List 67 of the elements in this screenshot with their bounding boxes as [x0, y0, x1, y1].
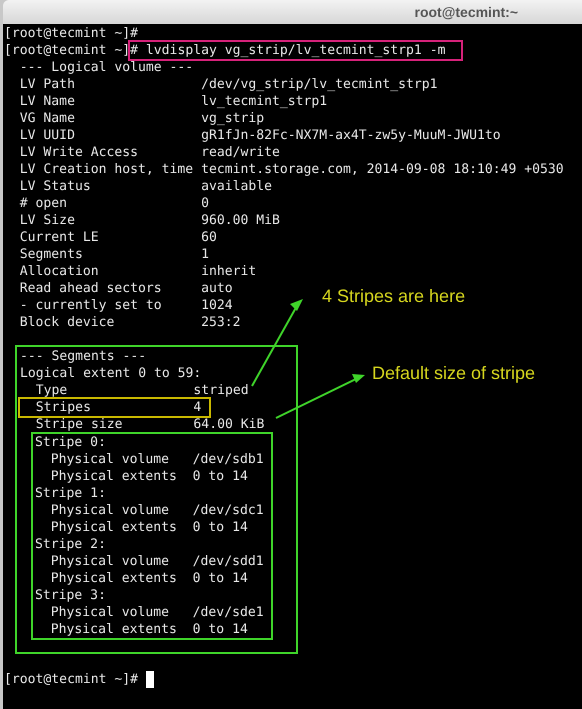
window-title: root@tecmint:~: [414, 2, 518, 22]
field-value: gR1fJn-82Fc-NX7M-ax4T-zw5y-MuuM-JWU1to: [201, 127, 501, 144]
field-value: auto: [201, 280, 233, 297]
field-value: tecmint.storage.com, 2014-09-08 18:10:49 +0530: [201, 161, 564, 178]
field-value: 0 to 14: [192, 468, 248, 485]
annotation-text: 4 Stripes are here: [322, 285, 466, 308]
command-text: # lvdisplay vg_strip/lv_tecmint_strp1 -m: [130, 42, 462, 59]
field-label: LV Path: [20, 76, 76, 93]
cursor-block: [146, 671, 154, 688]
field-label: Physical volume: [50, 451, 170, 468]
stripe-title: Stripe 1:: [34, 485, 107, 502]
field-value: 60: [201, 229, 217, 246]
field-label: Current LE: [20, 229, 100, 246]
section-header: --- Segments ---: [20, 348, 148, 365]
extent-line: Logical extent 0 to 59:: [20, 365, 202, 382]
field-label: - currently set to: [20, 297, 163, 314]
field-label: LV Write Access: [20, 144, 140, 161]
field-value: read/write: [201, 144, 280, 161]
field-label: Physical extents: [50, 570, 178, 587]
field-value: 64.00 KiB: [193, 416, 264, 433]
field-label: Type: [36, 382, 68, 399]
field-value: 0: [201, 195, 209, 212]
stripe-title: Stripe 2:: [34, 536, 107, 553]
field-value: /dev/vg_strip/lv_tecmint_strp1: [201, 76, 438, 93]
field-value: /dev/sdc1: [192, 502, 264, 519]
field-value: 1024: [201, 297, 233, 314]
field-label: Physical extents: [50, 621, 178, 638]
field-label: Allocation: [20, 263, 100, 280]
field-value: available: [201, 178, 272, 195]
field-value: 1: [201, 246, 209, 263]
field-value: inherit: [201, 263, 256, 280]
field-label: Read ahead sectors: [20, 280, 163, 297]
field-label: LV UUID: [20, 127, 76, 144]
field-value: /dev/sdb1: [192, 451, 264, 468]
field-label: LV Status: [20, 178, 92, 195]
field-value: 4: [193, 399, 202, 416]
field-value: vg_strip: [201, 110, 264, 127]
field-label: Stripe size: [36, 416, 124, 433]
stripe-title: Stripe 0:: [34, 434, 107, 451]
field-value: lv_tecmint_strp1: [201, 93, 328, 110]
field-value: 253:2: [201, 314, 240, 331]
section-header: --- Logical volume ---: [18, 59, 194, 76]
field-value: 0 to 14: [192, 519, 248, 536]
field-label: Physical volume: [50, 604, 170, 621]
field-label: LV Creation host, time: [20, 161, 194, 178]
stripe-title: Stripe 3:: [34, 587, 107, 604]
field-label: Segments: [20, 246, 84, 263]
field-label: Physical extents: [50, 519, 178, 536]
annotation-text: Default size of stripe: [372, 362, 536, 385]
field-label: VG Name: [20, 110, 76, 127]
prompt-text: [root@tecmint ~]: [4, 42, 130, 59]
field-label: Block device: [20, 314, 116, 331]
field-value: /dev/sdd1: [192, 553, 264, 570]
field-value: 0 to 14: [192, 570, 248, 587]
field-label: LV Name: [20, 93, 76, 110]
field-label: LV Size: [20, 212, 76, 229]
prompt-text: [root@tecmint ~]#: [4, 671, 138, 688]
field-value: 0 to 14: [192, 621, 248, 638]
prompt-line: [root@tecmint ~]#: [4, 25, 140, 42]
field-label: Physical volume: [50, 553, 170, 570]
field-label: # open: [20, 195, 68, 212]
field-value: striped: [193, 382, 249, 399]
field-value: /dev/sde1: [192, 604, 264, 621]
field-label: Stripes: [36, 399, 92, 416]
field-value: 960.00 MiB: [201, 212, 280, 229]
field-label: Physical extents: [50, 468, 178, 485]
field-label: Physical volume: [50, 502, 170, 519]
